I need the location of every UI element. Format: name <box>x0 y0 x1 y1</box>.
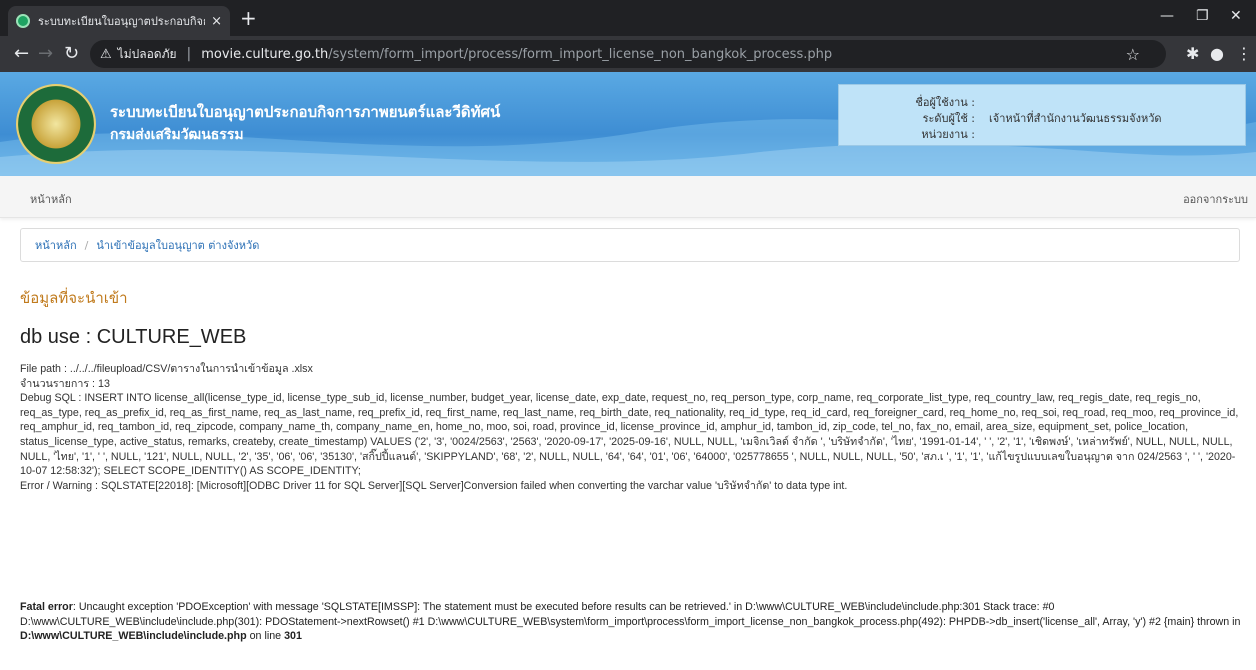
site-subtitle: กรมส่งเสริมวัฒนธรรม <box>110 127 244 143</box>
unit-label: หน่วยงาน : <box>921 128 975 141</box>
logout-link[interactable]: ออกจากระบบ <box>1183 190 1248 208</box>
fatal-error-message: Fatal error: Uncaught exception 'PDOExce… <box>20 600 1246 644</box>
reload-icon[interactable]: ↻ <box>64 44 79 64</box>
address-separator: | <box>186 46 192 62</box>
fatal-error-file: D:\www\CULTURE_WEB\include\include.php <box>20 630 247 643</box>
breadcrumb-home-link[interactable]: หน้าหลัก <box>35 236 77 254</box>
error-warning-text: Error / Warning : SQLSTATE[22018]: [Micr… <box>20 479 848 492</box>
fatal-error-body: : Uncaught exception 'PDOException' with… <box>20 601 1241 628</box>
profile-icon[interactable]: ● <box>1210 44 1224 63</box>
new-tab-button[interactable]: + <box>240 8 257 28</box>
section-title: ข้อมูลที่จะนำเข้า <box>20 289 128 307</box>
star-icon[interactable]: ☆ <box>1126 45 1140 64</box>
breadcrumb-current[interactable]: นำเข้าข้อมูลใบอนุญาต ต่างจังหวัด <box>96 236 259 254</box>
close-window-icon[interactable]: ✕ <box>1230 8 1242 24</box>
tab-close-icon[interactable]: × <box>211 14 222 29</box>
forward-icon[interactable]: → <box>38 44 53 64</box>
user-info-box: ชื่อผู้ใช้งาน : ระดับผู้ใช้ : เจ้าหน้าที… <box>838 84 1246 146</box>
debug-sql-text: Debug SQL : INSERT INTO license_all(lice… <box>20 392 1239 478</box>
fatal-error-label: Fatal error <box>20 601 73 613</box>
fatal-error-on-line: on line <box>246 630 285 643</box>
breadcrumb: หน้าหลัก / นำเข้าข้อมูลใบอนุญาต ต่างจังห… <box>20 228 1240 262</box>
department-seal-logo <box>16 84 96 164</box>
minimize-icon[interactable]: — <box>1160 8 1174 24</box>
url-path: /system/form_import/process/form_import_… <box>328 46 833 62</box>
browser-tab-bar: ระบบทะเบียนใบอนุญาตประกอบกิจการฯ × + — ❐… <box>0 0 1256 36</box>
site-header: ระบบทะเบียนใบอนุญาตประกอบกิจการภาพยนตร์แ… <box>0 72 1256 176</box>
insecure-label[interactable]: ไม่ปลอดภัย <box>118 45 177 64</box>
nav-home-link[interactable]: หน้าหลัก <box>30 190 72 208</box>
browser-tab[interactable]: ระบบทะเบียนใบอนุญาตประกอบกิจการฯ × <box>8 6 230 36</box>
warning-icon[interactable]: ⚠ <box>100 47 112 62</box>
restore-icon[interactable]: ❐ <box>1196 8 1209 24</box>
file-path-text: File path : ../../../fileupload/CSV/ตารา… <box>20 363 313 375</box>
url-host: movie.culture.go.th <box>201 46 329 62</box>
tab-title: ระบบทะเบียนใบอนุญาตประกอบกิจการฯ <box>38 15 205 28</box>
debug-output: File path : ../../../fileupload/CSV/ตารา… <box>20 362 1246 493</box>
back-icon[interactable]: ← <box>14 44 29 64</box>
breadcrumb-separator: / <box>84 238 89 252</box>
site-title: ระบบทะเบียนใบอนุญาตประกอบกิจการภาพยนตร์แ… <box>110 103 501 121</box>
browser-toolbar: ← → ↻ ⚠ ไม่ปลอดภัย | movie.culture.go.th… <box>0 36 1256 72</box>
site-favicon-icon <box>16 14 30 28</box>
record-count-text: จำนวนรายการ : 13 <box>20 377 110 390</box>
menu-icon[interactable]: ⋮ <box>1236 44 1252 63</box>
address-bar[interactable]: ⚠ ไม่ปลอดภัย | movie.culture.go.th/syste… <box>90 40 1166 68</box>
fatal-error-line-number: 301 <box>284 630 302 643</box>
extensions-icon[interactable]: ✱ <box>1186 44 1199 63</box>
top-navigation: หน้าหลัก ออกจากระบบ <box>0 176 1256 218</box>
db-use-heading: db use : CULTURE_WEB <box>20 326 247 348</box>
